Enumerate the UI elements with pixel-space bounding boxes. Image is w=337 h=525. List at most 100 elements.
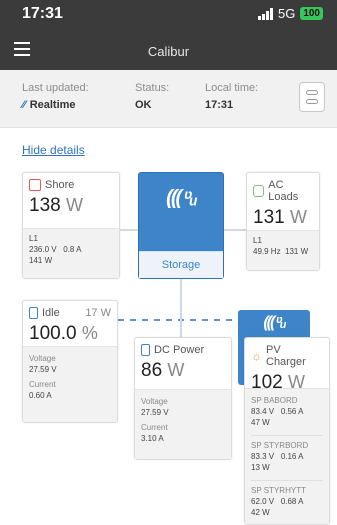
shore-storage-connector (120, 229, 138, 231)
tracker-watts: 13 W (251, 463, 270, 472)
battery-voltage-label: Voltage (29, 354, 56, 363)
battery-details: Voltage 27.59 V Current 0.60 A (23, 346, 117, 422)
network-type: 5G (277, 6, 296, 21)
tracker-name: SP BABORD (251, 396, 298, 405)
signal-icon (257, 7, 273, 20)
ac-loads-power: 131 W (247, 203, 319, 229)
tracker-watts: 47 W (251, 418, 270, 427)
shore-readings: 236.0 V 0.8 A (29, 244, 113, 255)
hide-details-link[interactable]: Hide details (22, 143, 85, 157)
battery-soc-value: 100.0 (29, 323, 77, 344)
tracker-current: 0.16 A (280, 452, 304, 461)
app-topbar: 17:31 5G 100 Calibur (0, 0, 337, 70)
shore-details: L1 236.0 V 0.8 A 141 W (23, 228, 119, 278)
tracker-voltage: 62.0 V (251, 497, 275, 506)
realtime-icon: ⁄⁄ (22, 99, 26, 111)
dc-power-voltage-label: Voltage (141, 397, 168, 406)
tracker-watts: 42 W (251, 508, 270, 517)
shore-power: 138 W (23, 191, 119, 217)
dc-power-current-label: Current (141, 423, 168, 432)
dc-power-icon (141, 344, 150, 356)
dc-power-label: DC Power (154, 344, 205, 356)
device-status-bar: 17:31 5G 100 (0, 0, 337, 30)
tracker-voltage: 83.4 V (251, 407, 275, 416)
ac-loads-power-unit: W (289, 207, 307, 227)
dc-power-details: Voltage 27.59 V Current 3.10 A (135, 389, 231, 459)
tracker-styrhytt: SP STYRHYTT 62.0 V 0.68 A 42 W (251, 480, 323, 518)
shore-icon (29, 179, 41, 191)
ac-loads-icon (253, 185, 265, 197)
storage-label: Storage (139, 251, 223, 278)
battery-indicator: 100 (300, 7, 323, 20)
shore-current: 0.8 A (63, 245, 82, 254)
last-updated: Last updated: ⁄⁄ Realtime (22, 82, 89, 111)
clock: 17:31 (22, 5, 63, 22)
dc-power-voltage: 27.59 V (141, 408, 169, 417)
dc-power-card[interactable]: DC Power 86 W Voltage 27.59 V Current 3.… (134, 337, 232, 460)
tracker-readings: 62.0 V 0.68 A (251, 496, 323, 507)
last-updated-label: Last updated: (22, 82, 89, 94)
tracker-babord: SP BABORD 83.4 V 0.56 A 47 W (251, 395, 323, 428)
status: Status: OK (135, 82, 169, 111)
storage-dc-connector (180, 279, 182, 319)
battery-current: 0.60 A (29, 391, 52, 400)
storage-acloads-connector (224, 229, 246, 231)
tracker-current: 0.56 A (280, 407, 304, 416)
toggle-icon (306, 90, 318, 95)
ac-loads-readings: 49.9 Hz 131 W (253, 246, 313, 257)
ac-loads-label: AC Loads (268, 179, 299, 203)
battery-card[interactable]: Idle 17 W 100.0 % Voltage 27.59 V Curren… (22, 300, 118, 423)
info-bar: Last updated: ⁄⁄ Realtime Status: OK Loc… (0, 70, 337, 128)
app-header: Calibur (0, 30, 337, 70)
ac-loads-line: L1 (253, 236, 262, 245)
ac-loads-details: L1 49.9 Hz 131 W (247, 230, 319, 270)
tracker-readings: 83.3 V 0.16 A (251, 451, 323, 462)
site-title: Calibur (147, 44, 190, 59)
tracker-name: SP STYRHYTT (251, 486, 306, 495)
battery-state: Idle (42, 307, 60, 319)
last-updated-value: Realtime (29, 99, 76, 111)
shore-watts: 141 W (29, 256, 53, 265)
ac-loads-frequency: 49.9 Hz (253, 247, 281, 256)
toggle-icon-bottom (306, 99, 318, 104)
dc-power-unit: W (167, 360, 185, 380)
tracker-name: SP STYRBORD (251, 441, 309, 450)
ac-loads-power-value: 131 (253, 207, 285, 228)
battery-soc-unit: % (81, 323, 98, 343)
status-label: Status: (135, 82, 170, 94)
ac-loads-watts: 131 W (285, 247, 309, 256)
battery-current-label: Current (29, 380, 56, 389)
victron-logo-icon: ((( ᶹᵤ (166, 187, 198, 209)
local-time-label: Local time: (205, 82, 259, 94)
battery-watts: 17 W (85, 307, 111, 319)
last-updated-value-row: ⁄⁄ Realtime (22, 99, 89, 111)
battery-soc: 100.0 % (23, 319, 117, 345)
battery-voltage: 27.59 V (29, 365, 57, 374)
pv-charger-card[interactable]: ☼ PV Charger 102 W SP BABORD 83.4 V 0.56… (244, 337, 330, 525)
dc-bus-line (118, 319, 246, 321)
bus-dcpower-connector (180, 319, 182, 337)
shore-card[interactable]: Shore 138 W L1 236.0 V 0.8 A 141 W (22, 172, 120, 279)
storage-card[interactable]: ((( ᶹᵤ Storage (138, 172, 224, 279)
tracker-voltage: 83.3 V (251, 452, 275, 461)
shore-voltage: 236.0 V (29, 245, 57, 254)
pv-charger-label: PV Charger (266, 344, 306, 368)
pv-charger-header: ☼ PV Charger (245, 338, 329, 368)
status-indicators: 5G 100 (257, 6, 323, 21)
shore-line: L1 (29, 234, 38, 243)
battery-header: Idle 17 W (23, 301, 117, 319)
ac-loads-card[interactable]: AC Loads 131 W L1 49.9 Hz 131 W (246, 172, 320, 271)
shore-header: Shore (23, 173, 119, 191)
sun-icon: ☼ (251, 349, 262, 363)
dc-power-power: 86 W (135, 356, 231, 382)
battery-icon (29, 307, 38, 319)
tracker-current: 0.68 A (280, 497, 304, 506)
ac-loads-header: AC Loads (247, 173, 319, 203)
shore-power-value: 138 (29, 195, 61, 216)
shore-label: Shore (45, 179, 75, 191)
pv-trackers: SP BABORD 83.4 V 0.56 A 47 W SP STYRBORD… (245, 388, 329, 524)
tracker-readings: 83.4 V 0.56 A (251, 406, 323, 417)
toggle-view-button[interactable] (299, 82, 325, 112)
status-value: OK (135, 99, 152, 111)
dc-power-current: 3.10 A (141, 434, 164, 443)
